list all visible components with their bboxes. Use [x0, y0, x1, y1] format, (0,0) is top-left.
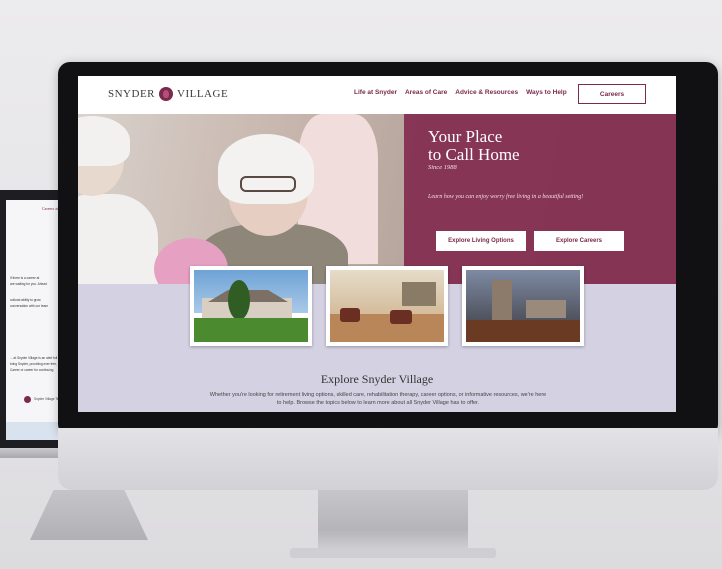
monitor-foot: [290, 548, 496, 558]
monitor-chin: [58, 428, 718, 490]
hero-photo-woman-center-hair: [218, 134, 314, 204]
top-navigation: SNYDER VILLAGE Life at Snyder Areas of C…: [78, 76, 676, 115]
explore-title: Explore Snyder Village: [320, 372, 434, 386]
nav-links: Life at Snyder Areas of Care Advice & Re…: [354, 89, 567, 96]
explore-description: Whether you're looking for retirement li…: [209, 392, 547, 406]
photo-card-exterior[interactable]: [190, 266, 312, 346]
hero-banner: Your Place to Call Home Since 1988 Learn…: [78, 114, 676, 284]
monitor-stand: [318, 490, 468, 556]
hero-since: Since 1988: [428, 164, 457, 171]
explore-careers-button[interactable]: Explore Careers: [534, 231, 624, 251]
hero-title-line-2: to Call Home: [428, 145, 520, 164]
logo-text-right: VILLAGE: [177, 88, 229, 100]
logo-text-left: SNYDER: [108, 88, 156, 100]
nav-advice-resources[interactable]: Advice & Resources: [455, 89, 518, 96]
hero-photo-glasses: [240, 176, 296, 192]
explore-living-options-button[interactable]: Explore Living Options: [436, 231, 526, 251]
site-logo[interactable]: SNYDER VILLAGE: [108, 87, 228, 101]
logo-heart-icon: [159, 87, 174, 101]
photo-card-lounge[interactable]: [462, 266, 584, 346]
hero-title: Your Place to Call Home: [428, 128, 628, 164]
careers-button[interactable]: Careers: [578, 84, 646, 104]
hero-photo-woman-left-body: [78, 194, 158, 284]
nav-life-at-snyder[interactable]: Life at Snyder: [354, 89, 397, 96]
hero-tagline: Learn how you can enjoy worry free livin…: [428, 194, 584, 200]
laptop-page-title: Careers at: [42, 206, 59, 211]
nav-ways-to-help[interactable]: Ways to Help: [526, 89, 567, 96]
hero-photo-woman-left-hair: [78, 116, 130, 166]
nav-areas-of-care[interactable]: Areas of Care: [405, 89, 447, 96]
laptop-logo-text: Snyder Village Tea: [34, 397, 61, 401]
lounge-photo: [466, 270, 580, 342]
laptop-logo-icon: [24, 396, 31, 403]
hero-title-line-1: Your Place: [428, 127, 503, 146]
exterior-photo: [194, 270, 308, 342]
dining-room-photo: [330, 270, 444, 342]
website-screen: SNYDER VILLAGE Life at Snyder Areas of C…: [78, 76, 676, 412]
photo-card-dining[interactable]: [326, 266, 448, 346]
